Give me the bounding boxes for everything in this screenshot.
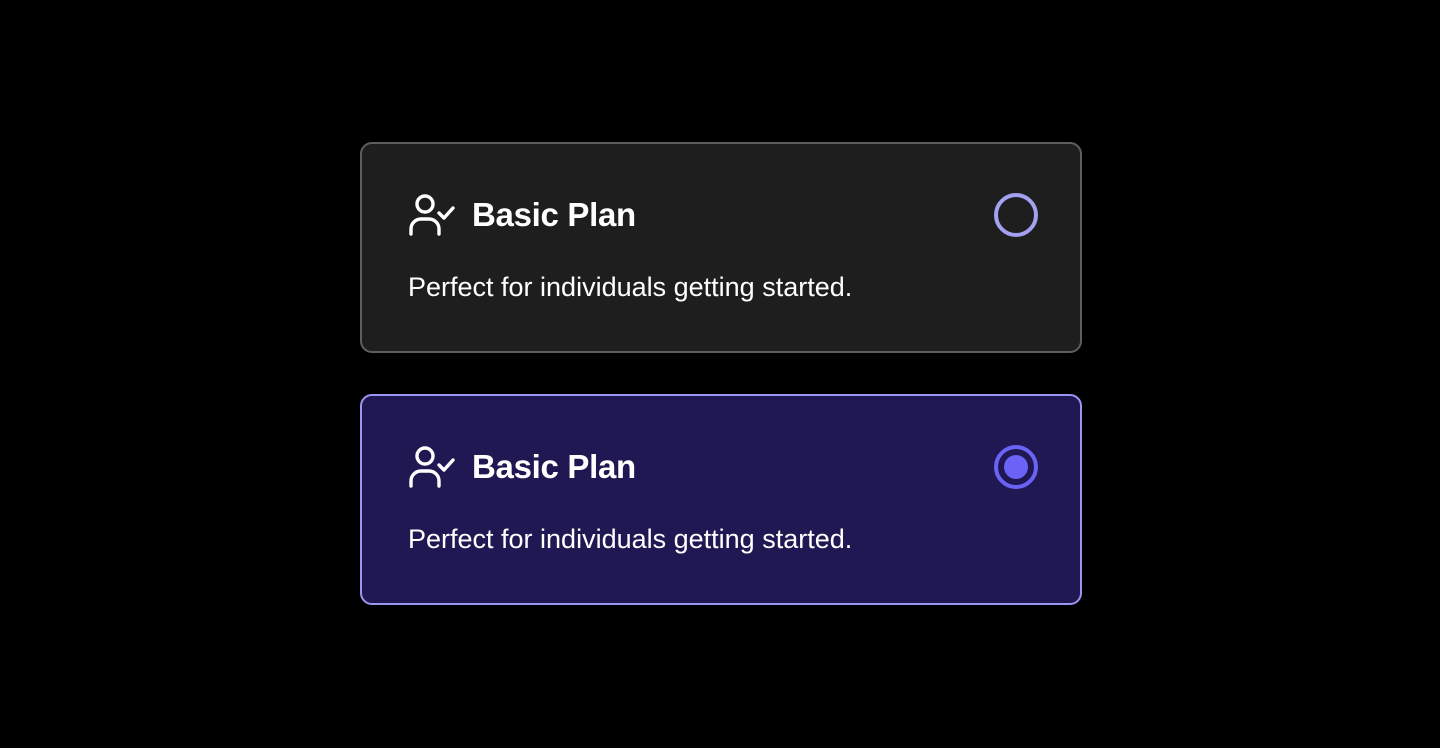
user-check-icon <box>408 445 456 489</box>
plan-selector: Basic Plan Perfect for individuals getti… <box>0 0 1440 748</box>
plan-title: Basic Plan <box>472 448 636 485</box>
plan-radio-unchecked[interactable] <box>994 193 1038 237</box>
plan-description: Perfect for individuals getting started. <box>408 524 853 554</box>
plan-card-basic-unselected[interactable]: Basic Plan Perfect for individuals getti… <box>360 142 1082 353</box>
radio-selected-dot <box>1004 455 1028 479</box>
user-check-icon <box>408 193 456 237</box>
plan-card-header: Basic Plan <box>408 193 636 237</box>
plan-card-header: Basic Plan <box>408 445 636 489</box>
plan-title: Basic Plan <box>472 196 636 233</box>
plan-radio-checked[interactable] <box>994 445 1038 489</box>
plan-description: Perfect for individuals getting started. <box>408 272 853 302</box>
plan-card-basic-selected[interactable]: Basic Plan Perfect for individuals getti… <box>360 394 1082 605</box>
